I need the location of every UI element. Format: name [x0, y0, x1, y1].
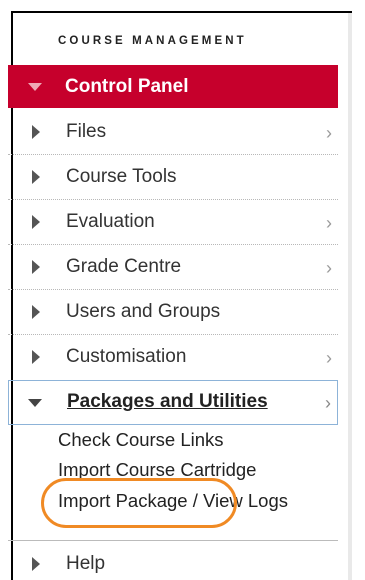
menu-item-help[interactable]: Help	[8, 544, 338, 580]
highlight-circle	[41, 478, 237, 528]
menu-item-label: Course Tools	[66, 166, 177, 187]
menu-item-label: Evaluation	[66, 211, 155, 232]
chevron-right-icon[interactable]: ›	[325, 393, 331, 414]
menu-item-files[interactable]: Files ›	[8, 110, 338, 155]
divider	[8, 540, 338, 541]
menu-item-customisation[interactable]: Customisation ›	[8, 335, 338, 380]
expand-triangle-icon	[32, 305, 40, 319]
chevron-right-icon[interactable]: ›	[326, 123, 332, 144]
expand-triangle-icon	[32, 125, 40, 139]
menu-item-label: Grade Centre	[66, 256, 182, 277]
control-panel-label: Control Panel	[65, 76, 189, 97]
menu-item-label: Users and Groups	[66, 301, 221, 322]
menu-item-label: Packages and Utilities	[67, 391, 268, 412]
chevron-right-icon[interactable]: ›	[326, 213, 332, 234]
menu-item-evaluation[interactable]: Evaluation ›	[8, 200, 338, 245]
menu-item-grade-centre[interactable]: Grade Centre ›	[8, 245, 338, 290]
expand-triangle-icon	[32, 215, 40, 229]
chevron-right-icon[interactable]: ›	[326, 258, 332, 279]
menu-item-label: Customisation	[66, 346, 187, 367]
menu-item-course-tools[interactable]: Course Tools	[8, 155, 338, 200]
menu-item-label: Files	[66, 121, 107, 142]
menu-item-packages-and-utilities[interactable]: Packages and Utilities ›	[8, 380, 338, 425]
expand-triangle-icon	[32, 350, 40, 364]
submenu-item-check-course-links[interactable]: Check Course Links	[58, 429, 224, 451]
expand-triangle-icon	[32, 170, 40, 184]
panel-scroll-strip	[348, 13, 352, 580]
menu-item-users-and-groups[interactable]: Users and Groups	[8, 290, 338, 335]
course-management-header: COURSE MANAGEMENT	[58, 35, 247, 47]
collapse-triangle-icon	[28, 83, 42, 91]
expand-triangle-icon	[32, 260, 40, 274]
control-panel-header[interactable]: Control Panel	[8, 65, 338, 108]
expand-triangle-icon	[32, 557, 40, 571]
collapse-triangle-icon	[28, 399, 42, 407]
chevron-right-icon[interactable]: ›	[326, 348, 332, 369]
menu-item-label: Help	[66, 553, 106, 574]
